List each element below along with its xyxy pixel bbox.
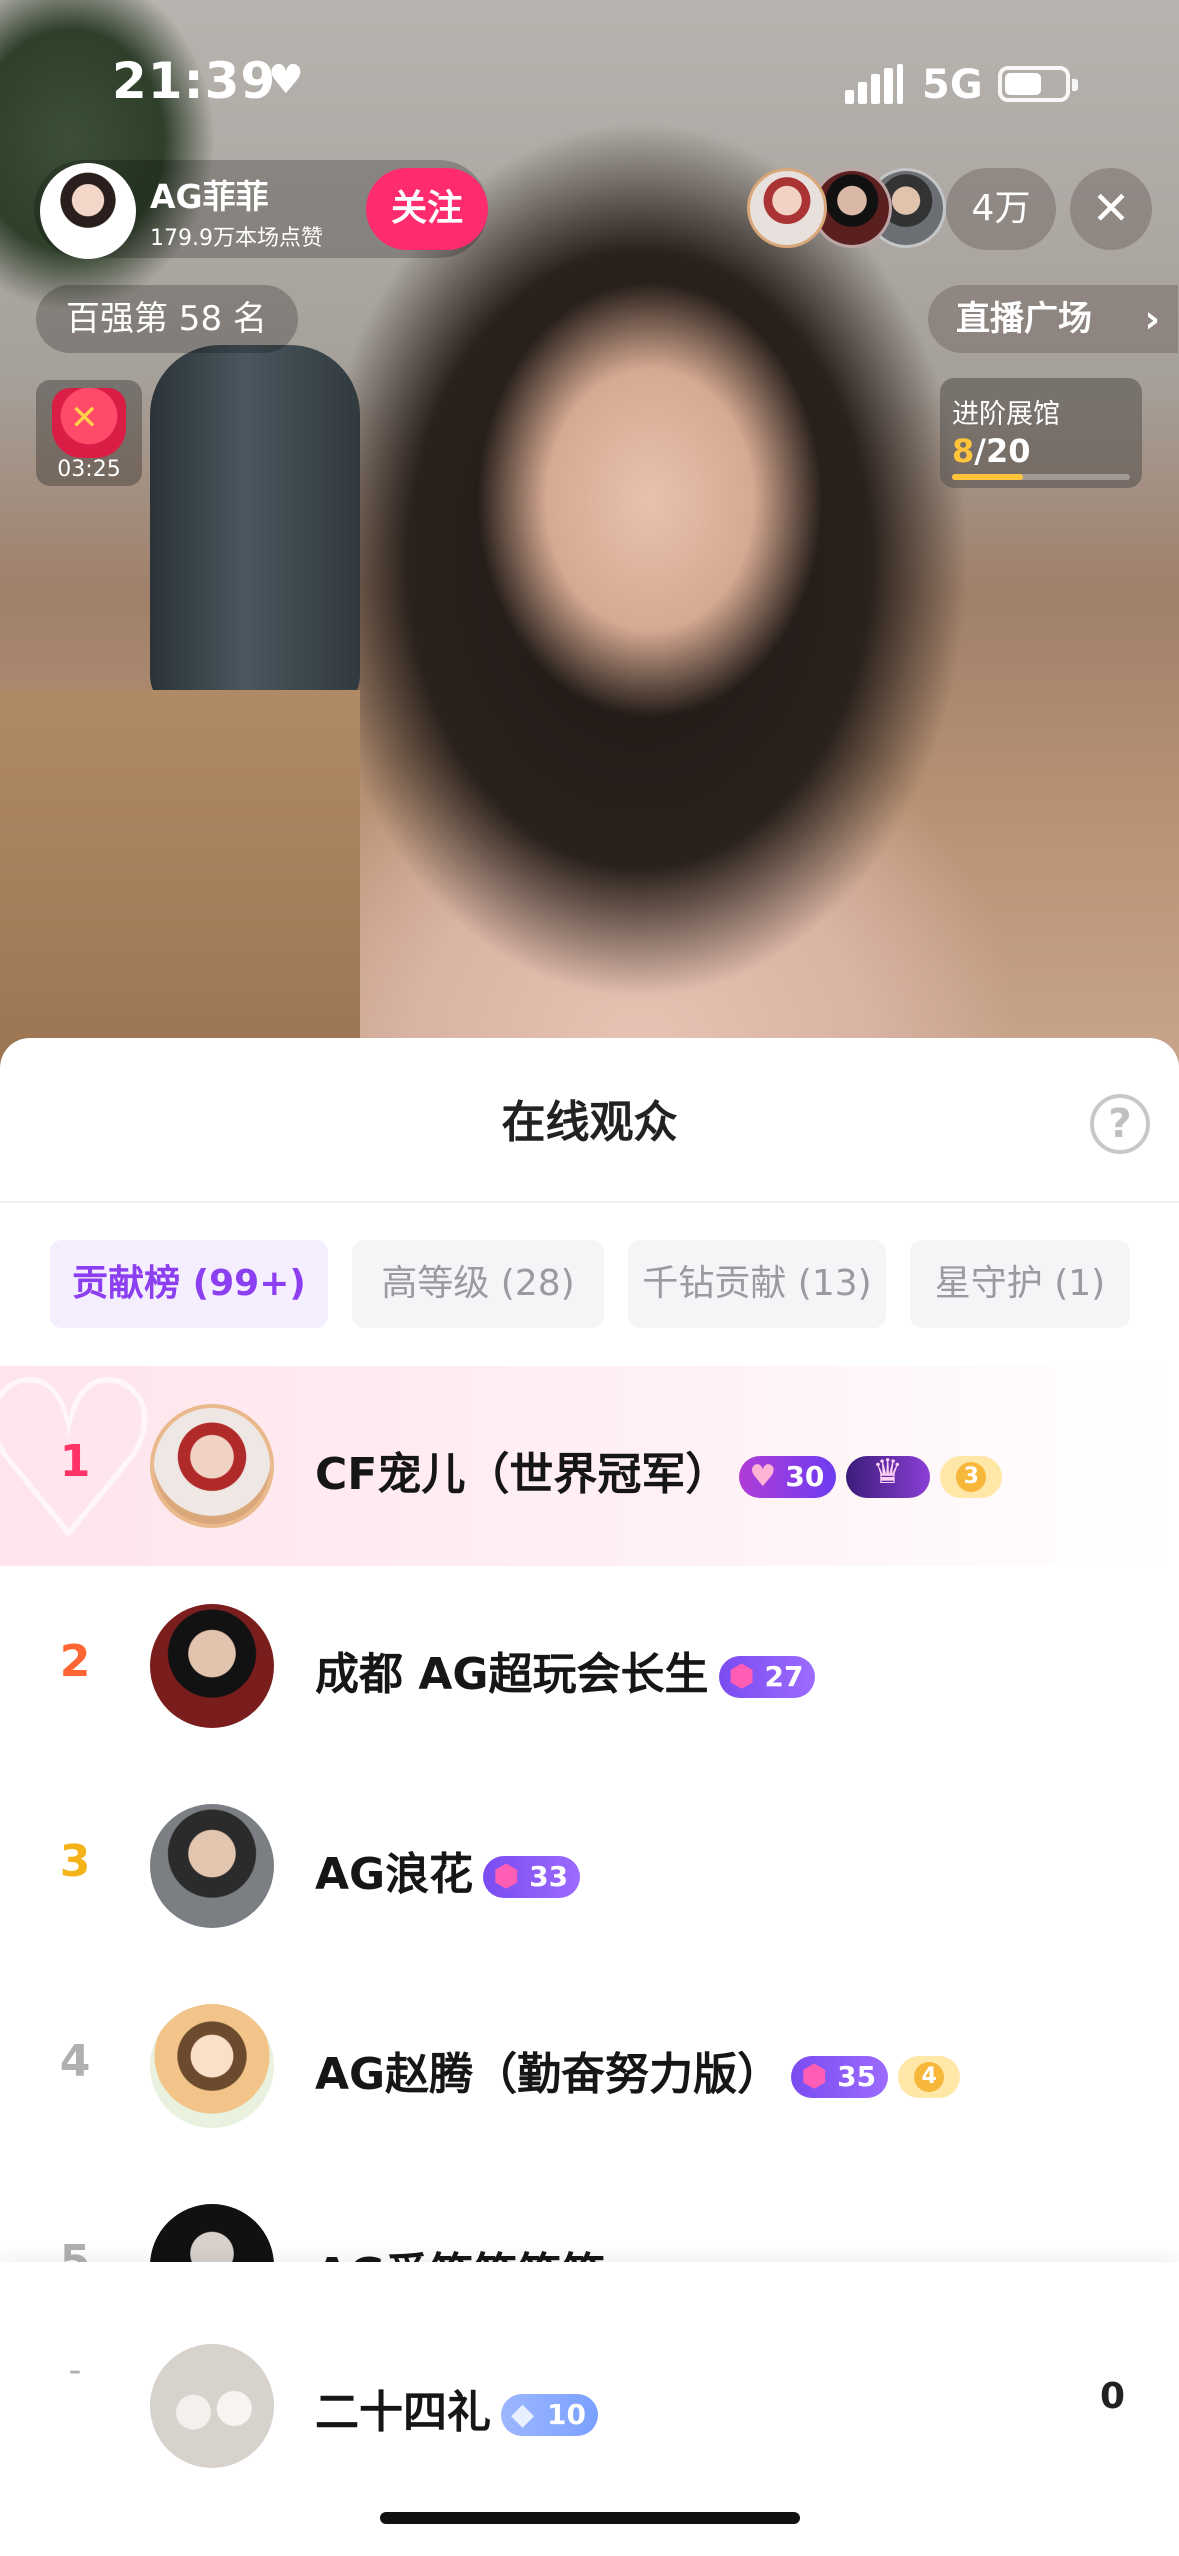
background-shelf (0, 690, 360, 1080)
row-content: CF宠儿（世界冠军）30 3 (315, 1438, 1003, 1502)
list-item[interactable]: ♡ 1 CF宠儿（世界冠军）303 (0, 1351, 1179, 1571)
gift-bag-button[interactable]: 03:25 (36, 380, 142, 486)
signal-icon (845, 64, 905, 104)
divider (0, 1201, 1179, 1203)
level-badge: 27 (718, 1656, 816, 1698)
live-plaza-button[interactable]: 直播广场 › (928, 285, 1178, 353)
exhibit-progress-bar (952, 474, 1130, 480)
network-type: 5G (922, 62, 983, 108)
clock: 21:39 (112, 52, 277, 110)
level-badge: 30 (739, 1456, 837, 1498)
hourly-rank-pill[interactable]: 百强第 58 名 (36, 285, 298, 353)
username: CF宠儿（世界冠军） (315, 1449, 730, 1500)
tab-diamond-contribution[interactable]: 千钻贡献 (13) (628, 1240, 886, 1328)
exhibit-progress-card[interactable]: 进阶展馆 8/20 (940, 378, 1142, 488)
avatar[interactable] (150, 1404, 274, 1528)
fan-badge: 3 (940, 1456, 1003, 1498)
lucky-bag-icon (52, 388, 126, 458)
fan-badge: 4 (898, 2056, 961, 2098)
host-name[interactable]: AG菲菲 (150, 170, 269, 218)
crown-badge-icon (846, 1452, 931, 1498)
list-item[interactable]: 3 AG浪花33 (0, 1766, 1179, 1966)
follow-button[interactable]: 关注 (366, 168, 488, 250)
tab-contribution[interactable]: 贡献榜 (99+) (50, 1240, 328, 1328)
list-item[interactable]: 4 AG赵腾（勤奋努力版）354 (0, 1966, 1179, 2166)
rank-number: 3 (59, 1836, 91, 1887)
host-avatar[interactable] (40, 163, 136, 259)
level-badge: 10 (501, 2394, 598, 2436)
my-row-content: 二十四礼10 (315, 2376, 598, 2440)
viewer-count-button[interactable]: 4万 (946, 168, 1056, 250)
level-badge: 33 (483, 1856, 581, 1898)
tab-high-level[interactable]: 高等级 (28) (352, 1240, 604, 1328)
rank-number: 1 (59, 1436, 91, 1487)
background-vase (150, 345, 360, 715)
row-content: 成都 AG超玩会长生27 (315, 1638, 816, 1702)
close-button[interactable]: ✕ (1070, 168, 1152, 250)
list-item[interactable]: 2 成都 AG超玩会长生27 (0, 1566, 1179, 1766)
sheet-title: 在线观众 (501, 1097, 678, 1148)
gift-timer: 03:25 (57, 457, 121, 482)
home-indicator[interactable] (380, 2512, 800, 2524)
battery-icon (998, 66, 1078, 102)
username: 成都 AG超玩会长生 (315, 1649, 709, 1700)
my-username: 二十四礼 (315, 2387, 491, 2438)
top-viewer-avatar[interactable] (747, 168, 827, 248)
help-icon[interactable]: ? (1090, 1094, 1150, 1154)
heart-icon: ♥ (268, 57, 304, 103)
my-score: 0 (1100, 2376, 1126, 2417)
level-badge: 35 (791, 2056, 889, 2098)
tab-star-guard[interactable]: 星守护 (1) (910, 1240, 1130, 1328)
rank-number: 4 (59, 2036, 91, 2087)
host-likes: 179.9万本场点赞 (150, 226, 323, 251)
avatar[interactable] (150, 2004, 274, 2128)
chevron-right-icon: › (1144, 297, 1160, 341)
my-avatar[interactable] (150, 2344, 274, 2468)
rank-number: 2 (59, 1636, 91, 1687)
avatar[interactable] (150, 1604, 274, 1728)
status-bar: 21:39 ♥ 5G (0, 0, 1179, 150)
live-plaza-label: 直播广场 (956, 299, 1092, 339)
avatar[interactable] (150, 1804, 274, 1928)
exhibit-count: 8/20 (952, 432, 1031, 470)
username: AG浪花 (315, 1849, 474, 1900)
row-content: AG赵腾（勤奋努力版）354 (315, 2038, 961, 2102)
username: AG赵腾（勤奋努力版） (315, 2049, 782, 2100)
row-content: AG浪花33 (315, 1838, 581, 1902)
my-rank: - (68, 2350, 82, 2391)
exhibit-label: 进阶展馆 (952, 399, 1060, 430)
